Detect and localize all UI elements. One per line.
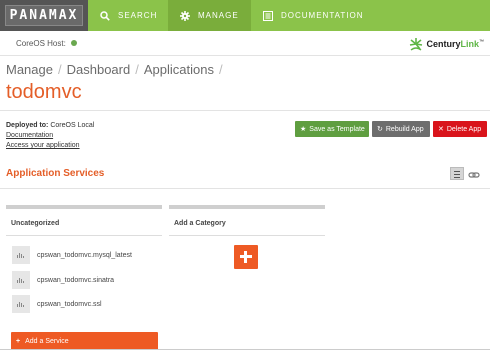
close-icon: ✕ [438,126,444,133]
title-divider [0,110,490,111]
breadcrumb-manage[interactable]: Manage [6,62,53,77]
breadcrumb-applications[interactable]: Applications [144,62,214,77]
add-category-label: Add a Category [174,220,226,227]
category-uncategorized: Uncategorized [6,205,162,236]
centurylink-mark-icon [409,37,423,51]
access-application-link[interactable]: Access your application [6,141,94,151]
nav-manage-label: MANAGE [198,11,239,20]
breadcrumb: Manage / Dashboard / Applications / [6,62,223,77]
service-item[interactable]: cpswan_todomvc.sinatra [12,271,114,289]
star-icon: ★ [300,126,307,133]
app-actions: ★ Save as Template ↻ Rebuild App ✕ Delete A… [295,121,487,137]
bottom-divider [0,349,490,350]
save-as-template-button[interactable]: ★ Save as Template [295,121,369,137]
centurylink-logo: CenturyLink™ [409,37,484,51]
refresh-icon: ↻ [377,126,383,133]
host-status-icon [70,40,77,46]
host-label: CoreOS Host: [16,38,66,48]
deployment-details: Deployed to: CoreOS Local Documentation … [6,121,94,151]
nav-search-label: SEARCH [118,11,158,20]
nav-documentation[interactable]: DOCUMENTATION [251,0,375,31]
plus-icon: + [16,337,21,345]
header-divider [0,55,490,56]
list-view-icon[interactable] [450,167,464,180]
search-icon [100,10,110,21]
deployed-value: CoreOS Local [50,122,95,129]
rebuild-app-button[interactable]: ↻ Rebuild App [372,121,430,137]
category-title: Uncategorized [11,220,60,227]
nav-search[interactable]: SEARCH [88,0,168,31]
host-bar: CoreOS Host: CenturyLink™ [0,31,490,55]
add-category-column: Add a Category [169,205,325,236]
link-icon[interactable] [468,168,480,180]
page-title: todomvc [6,81,82,103]
service-name: cpswan_todomvc.mysql_latest [37,251,132,259]
add-category-button[interactable] [234,245,258,269]
breadcrumb-dashboard[interactable]: Dashboard [67,62,131,77]
service-name: cpswan_todomvc.sinatra [37,276,115,284]
top-nav: PANAMAX SEARCH MANAGE DOCUMENTATION [0,0,490,31]
service-icon [12,295,30,313]
centurylink-text: CenturyLink™ [426,39,484,49]
gear-icon [180,10,190,21]
document-icon [263,10,273,21]
service-icon [12,271,30,289]
documentation-link[interactable]: Documentation [6,131,94,141]
panamax-logo[interactable]: PANAMAX [0,0,88,31]
view-toggle [450,167,480,180]
brand-text: PANAMAX [4,5,84,26]
service-name: cpswan_todomvc.ssl [37,300,102,308]
services-divider [0,188,490,189]
delete-app-button[interactable]: ✕ Delete App [433,121,487,137]
nav-manage[interactable]: MANAGE [168,0,251,31]
deployed-label: Deployed to: [6,122,49,129]
services-title: Application Services [6,168,105,179]
service-icon [12,246,30,264]
nav-documentation-label: DOCUMENTATION [281,11,364,20]
add-service-button[interactable]: + Add a Service [11,332,158,350]
service-item[interactable]: cpswan_todomvc.ssl [12,295,102,313]
service-item[interactable]: cpswan_todomvc.mysql_latest [12,246,132,264]
